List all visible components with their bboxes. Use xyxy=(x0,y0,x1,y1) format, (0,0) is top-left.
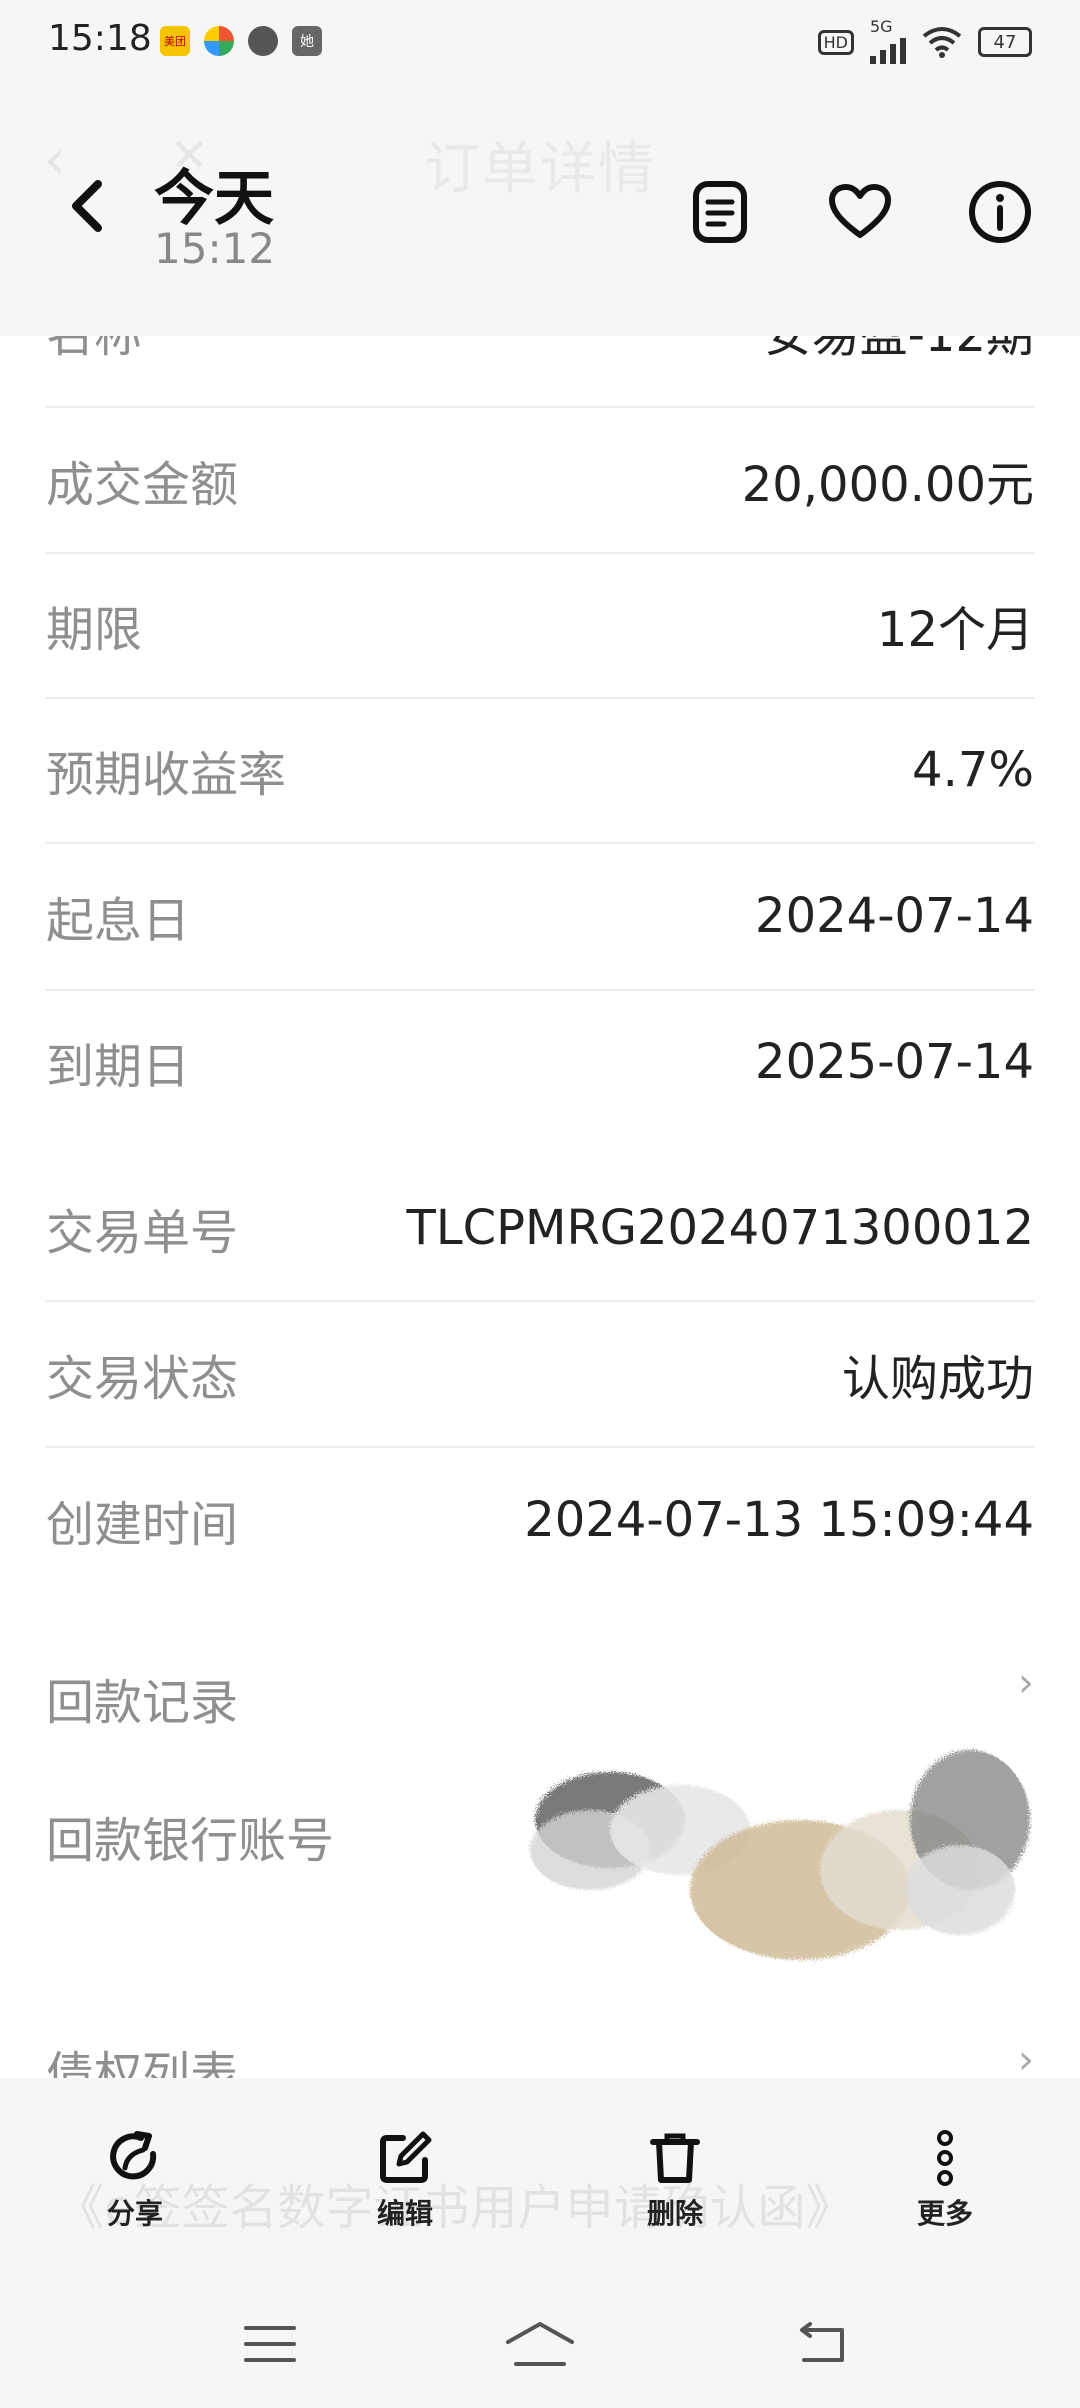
delete-label: 删除 xyxy=(646,2197,703,2230)
amount-row: 成交金额 20,000.00元 xyxy=(46,440,1034,520)
taquan-app-label: 她 xyxy=(300,34,314,50)
divider xyxy=(46,1300,1034,1302)
screen: 15:18 美团 她 HD 5G 47 ‹ ✕ 订单详情 今天 15:12 成交… xyxy=(0,0,1080,2408)
divider xyxy=(46,552,1034,554)
status-time: 15:18 xyxy=(48,18,152,59)
taquan-app-icon: 她 xyxy=(292,26,322,56)
wifi-icon xyxy=(922,27,962,58)
repayment-record-row[interactable]: 回款记录 › xyxy=(46,1658,1034,1738)
start-date-value: 2024-07-14 xyxy=(755,888,1034,944)
header-time: 15:12 xyxy=(154,224,276,273)
term-label: 期限 xyxy=(46,602,143,658)
meituan-app-label: 美团 xyxy=(164,35,186,48)
info-icon xyxy=(969,181,1031,243)
trash-icon xyxy=(650,2133,700,2183)
start-date-label: 起息日 xyxy=(46,893,191,949)
start-date-row: 起息日 2024-07-14 xyxy=(46,876,1034,956)
bank-account-label: 回款银行账号 xyxy=(46,1813,335,1869)
divider xyxy=(46,697,1034,699)
back-nav-icon xyxy=(800,2322,844,2362)
share-button[interactable]: 分享 xyxy=(75,2130,195,2232)
recent-apps-button[interactable] xyxy=(230,2314,310,2374)
divider xyxy=(46,1446,1034,1448)
menu-icon xyxy=(244,2326,296,2362)
system-navigation-bar xyxy=(0,2278,1080,2408)
created-time-row: 创建时间 2024-07-13 15:09:44 xyxy=(46,1480,1034,1560)
term-value: 12个月 xyxy=(876,602,1034,658)
order-number-label: 交易单号 xyxy=(46,1205,239,1261)
term-row: 期限 12个月 xyxy=(46,585,1034,665)
end-date-value: 2025-07-14 xyxy=(755,1034,1034,1090)
status-bar: 15:18 美团 她 HD 5G 47 xyxy=(0,0,1080,84)
redaction-scribble xyxy=(530,1750,1030,1960)
trade-status-label: 交易状态 xyxy=(46,1351,239,1407)
end-date-label: 到期日 xyxy=(46,1039,191,1095)
divider xyxy=(46,842,1034,844)
more-label: 更多 xyxy=(916,2197,973,2230)
more-button[interactable]: 更多 xyxy=(885,2130,1005,2232)
header: ‹ ✕ 订单详情 今天 15:12 xyxy=(0,84,1080,336)
rate-label: 预期收益率 xyxy=(46,747,287,803)
repayment-record-label: 回款记录 xyxy=(46,1675,239,1731)
heart-icon xyxy=(829,184,891,238)
divider xyxy=(46,989,1034,991)
document-icon xyxy=(693,181,747,243)
network-type: 5G xyxy=(870,17,893,36)
favorite-button[interactable] xyxy=(824,176,896,248)
battery-icon: 47 xyxy=(978,27,1032,57)
divider xyxy=(46,406,1034,408)
created-time-value: 2024-07-13 15:09:44 xyxy=(524,1492,1034,1548)
status-indicators: HD 5G 47 xyxy=(817,17,1032,64)
hd-icon: HD xyxy=(817,29,854,55)
bottom-toolbar: 《e签签名数字证书用户申请确认函》 分享 编辑 删除 更多 xyxy=(0,2078,1080,2278)
home-icon xyxy=(506,2322,574,2366)
home-button[interactable] xyxy=(500,2314,580,2374)
leaf-app-icon xyxy=(248,26,278,56)
rate-row: 预期收益率 4.7% xyxy=(46,730,1034,810)
header-actions xyxy=(684,176,1036,248)
info-button[interactable] xyxy=(964,176,1036,248)
edit-icon xyxy=(380,2131,432,2183)
back-arrow-icon[interactable] xyxy=(64,176,112,236)
back-button[interactable] xyxy=(782,2314,862,2374)
share-label: 分享 xyxy=(106,2197,163,2230)
share-icon xyxy=(110,2131,157,2180)
order-number-value: TLCPMRG2024071300012 xyxy=(406,1200,1035,1256)
edit-label: 编辑 xyxy=(376,2197,433,2230)
order-number-row: 交易单号 TLCPMRG2024071300012 xyxy=(46,1188,1034,1268)
chevron-right-icon: › xyxy=(1018,2037,1034,2083)
trade-status-row: 交易状态 认购成功 xyxy=(46,1334,1034,1414)
rate-value: 4.7% xyxy=(912,742,1034,798)
cellular-signal-icon: 5G xyxy=(870,17,906,64)
status-app-icons: 美团 她 xyxy=(160,26,322,56)
colorful-app-icon xyxy=(204,26,234,56)
amount-label: 成交金额 xyxy=(46,457,239,513)
trade-status-value: 认购成功 xyxy=(841,1351,1034,1407)
delete-button[interactable]: 删除 xyxy=(615,2130,735,2232)
edit-button[interactable]: 编辑 xyxy=(345,2130,465,2232)
created-time-label: 创建时间 xyxy=(46,1497,239,1553)
more-vertical-icon xyxy=(937,2130,953,2186)
chevron-right-icon: › xyxy=(1018,1660,1034,1706)
document-button[interactable] xyxy=(684,176,756,248)
amount-value: 20,000.00元 xyxy=(741,457,1034,513)
battery-level: 47 xyxy=(993,31,1017,53)
end-date-row: 到期日 2025-07-14 xyxy=(46,1022,1034,1102)
meituan-app-icon: 美团 xyxy=(160,26,190,56)
